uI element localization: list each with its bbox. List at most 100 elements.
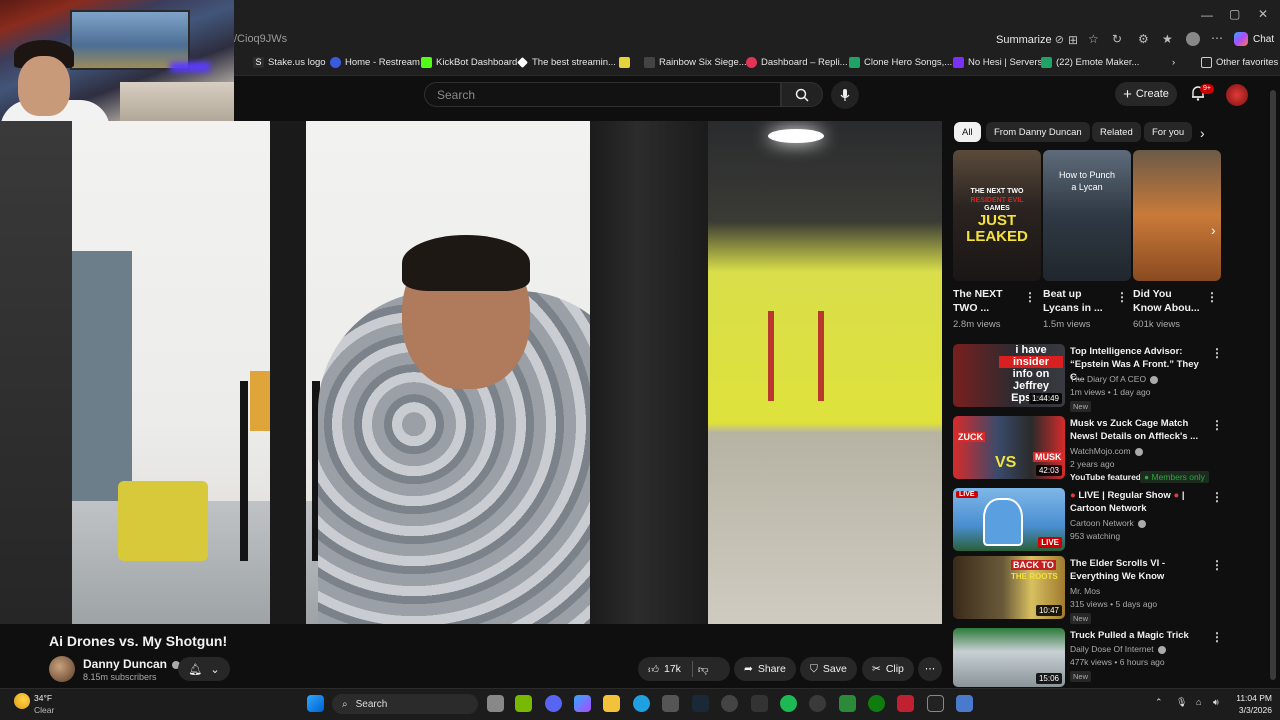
refresh-icon[interactable]: ↻ [1112,32,1122,46]
video-player[interactable] [0,121,942,624]
more-icon[interactable]: ⋮ [1211,418,1223,432]
file-explorer-icon[interactable] [603,695,620,712]
more-menu-icon[interactable]: ⋯ [1211,31,1223,45]
share-button[interactable]: ➦ Share [734,657,796,681]
more-icon[interactable]: ⋮ [1211,558,1223,572]
more-actions-button[interactable]: ⋯ [918,657,942,681]
4k-app-icon[interactable] [809,695,826,712]
weather-desc[interactable]: Clear [34,705,54,715]
search-button[interactable] [781,82,823,107]
video-title[interactable]: Truck Pulled a Magic Trick [1070,629,1205,642]
clock-date[interactable]: 3/3/2026 [1232,705,1272,715]
video-title[interactable]: The Elder Scrolls VI - Everything We Kno… [1070,557,1205,583]
short-title[interactable]: Did You Know Abou... [1133,287,1203,315]
video-thumbnail[interactable]: BACK TO THE ROOTS 10:47 [953,556,1065,619]
more-icon[interactable]: ⋮ [1206,290,1218,304]
volume-icon[interactable]: 🔊︎ [1213,697,1219,708]
close-icon[interactable]: ✕ [1258,7,1268,21]
app-icon[interactable] [956,695,973,712]
bookmark-item[interactable]: KickBot Dashboard [421,57,517,68]
short-thumbnail[interactable]: How to Punch a Lycan [1043,150,1131,281]
save-button[interactable]: ⛉ Save [800,657,857,681]
bookmark-item[interactable]: Rainbow Six Siege... [644,57,747,68]
other-favorites[interactable]: Other favorites [1201,57,1278,68]
chevron-right-icon[interactable]: › [1211,222,1216,238]
subscription-bell-button[interactable]: 🔔︎ ⌄ [178,657,230,681]
chip-for-you[interactable]: For you [1144,122,1193,142]
bookmark-item[interactable] [619,57,630,68]
bookmark-item[interactable]: No Hesi | Servers [953,57,1042,68]
channel-name[interactable]: Danny Duncan [83,657,181,671]
favorites-icon[interactable]: ★ [1162,32,1173,46]
chevron-right-icon[interactable]: › [1200,125,1205,141]
channel-name[interactable]: Cartoon Network [1070,518,1147,528]
more-icon[interactable]: ⋮ [1024,290,1036,304]
video-title[interactable]: Musk vs Zuck Cage Match News! Details on… [1070,417,1205,443]
channel-avatar[interactable] [49,656,75,682]
channel-name[interactable]: WatchMojo.com [1070,446,1143,456]
user-avatar[interactable] [1226,84,1248,106]
bookmark-item[interactable]: The best streamin... [517,57,616,68]
edge-icon[interactable] [633,695,650,712]
bookmark-item[interactable]: Dashboard – Repli... [746,57,848,68]
search-input[interactable]: Search [424,82,781,107]
like-button[interactable]: 👍︎ 17k [648,663,681,676]
app-icon[interactable] [927,695,944,712]
xbox-icon[interactable] [868,695,885,712]
clock-time[interactable]: 11:04 PM [1232,693,1272,703]
discord-icon[interactable] [545,695,562,712]
start-button[interactable] [307,695,324,712]
channel-name[interactable]: Mr. Mos [1070,586,1100,596]
task-view-icon[interactable] [487,695,504,712]
channel-name[interactable]: Daily Dose Of Internet [1070,644,1166,654]
chevron-right-icon[interactable]: › [1172,57,1175,68]
more-icon[interactable]: ⋮ [1211,346,1223,360]
reader-icon[interactable]: ⊞ [1068,33,1078,47]
profile-icon[interactable] [1186,32,1200,46]
mic-tray-icon[interactable]: 🎙︎ [1176,697,1187,708]
chip-all[interactable]: All [954,122,981,142]
chip-related[interactable]: Related [1092,122,1141,142]
chevron-up-icon[interactable]: ⌃ [1155,697,1163,708]
video-thumbnail[interactable]: i have insider info on Jeffrey Epstein 1… [953,344,1065,407]
nvidia-icon[interactable] [515,695,532,712]
spotify-icon[interactable] [780,695,797,712]
voice-search-button[interactable] [831,81,859,109]
video-thumbnail[interactable]: 15:06 [953,628,1065,687]
short-thumbnail[interactable] [1133,150,1221,281]
copilot-icon[interactable] [1234,32,1248,46]
bookmark-item[interactable]: (22) Emote Maker... [1041,57,1139,68]
more-icon[interactable]: ⋮ [1116,290,1128,304]
bookmark-item[interactable]: S Stake.us logo [253,57,326,68]
page-scrollbar[interactable] [1270,90,1276,680]
create-button[interactable]: + Create [1115,82,1177,106]
minimize-icon[interactable]: — [1201,8,1213,22]
clip-button[interactable]: ✂ Clip [862,657,914,681]
settings-icon[interactable] [751,695,768,712]
summarize-button[interactable]: Summarize ⊘ [996,33,1064,46]
extensions-icon[interactable]: ⚙ [1138,32,1149,46]
chip-from-channel[interactable]: From Danny Duncan [986,122,1090,142]
network-icon[interactable]: ⌂ [1196,697,1201,707]
url-text[interactable]: /Cioq9JWs [234,33,287,45]
obs-icon[interactable] [721,695,738,712]
copilot-icon[interactable] [574,695,591,712]
video-thumbnail[interactable]: LIVE LIVE [953,488,1065,551]
b-app-icon[interactable] [839,695,856,712]
video-title[interactable]: ● LIVE | Regular Show ● | Cartoon Network [1070,489,1205,515]
short-title[interactable]: Beat up Lycans in ... [1043,287,1113,315]
video-thumbnail[interactable]: ZUCK VS MUSK 42:03 [953,416,1065,479]
maximize-icon[interactable]: ▢ [1229,7,1240,21]
bookmark-item[interactable]: Home - Restream [330,57,420,68]
chat-label[interactable]: Chat [1253,34,1274,45]
short-thumbnail[interactable]: THE NEXT TWO RESIDENT EVIL GAMES JUST LE… [953,150,1041,281]
weather-temp[interactable]: 34°F [34,693,52,703]
more-icon[interactable]: ⋮ [1211,630,1223,644]
taskbar-search[interactable]: ⌕ Search [332,694,478,714]
steam-icon[interactable] [692,695,709,712]
bookmark-item[interactable]: Clone Hero Songs,... [849,57,952,68]
red-app-icon[interactable] [897,695,914,712]
favorite-star-icon[interactable]: ☆ [1088,32,1099,46]
more-icon[interactable]: ⋮ [1211,490,1223,504]
channel-name[interactable]: The Diary Of A CEO [1070,374,1159,384]
